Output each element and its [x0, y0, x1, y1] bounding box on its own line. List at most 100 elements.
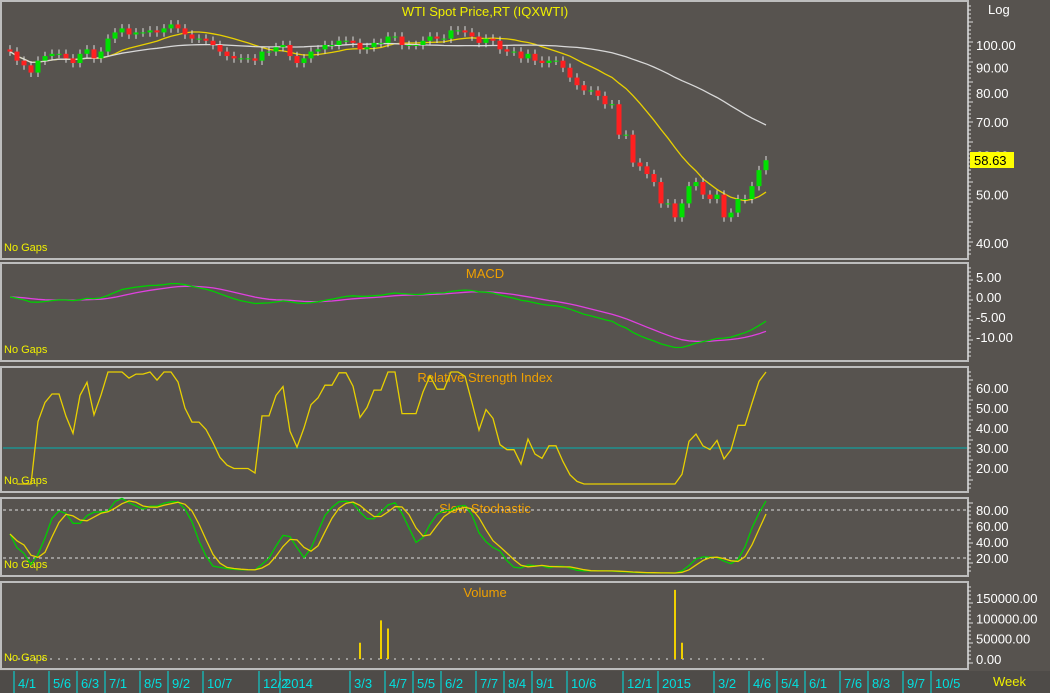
- candle-body: [658, 182, 664, 204]
- volume-panel-title: Volume: [463, 585, 506, 600]
- candle-body: [721, 194, 727, 218]
- candle-body: [560, 60, 566, 68]
- rsi-ytick-label: 60.00: [976, 381, 1009, 396]
- volume-ytick-label: 50000.00: [976, 632, 1030, 647]
- price-ytick-label: 70.00: [976, 115, 1009, 130]
- chart-window: WTI Spot Price,RT (IQXWTI) No Gaps MACD No …: [0, 0, 1050, 693]
- candle-body: [280, 45, 286, 48]
- x-axis-label: 3/2: [718, 676, 736, 691]
- macd-no-gaps-label: No Gaps: [4, 344, 48, 356]
- volume-bar: [380, 620, 382, 659]
- price-no-gaps-label: No Gaps: [4, 242, 48, 254]
- candle-body: [182, 28, 188, 35]
- scale-mode-label[interactable]: Log: [988, 2, 1010, 17]
- candle-body: [133, 32, 139, 35]
- x-axis-label: 4/7: [389, 676, 407, 691]
- macd-ytick-label: -10.00: [976, 330, 1013, 345]
- x-axis-label: 8/3: [872, 676, 890, 691]
- candle-body: [259, 51, 265, 61]
- volume-bar: [387, 628, 389, 659]
- candle-body: [126, 28, 132, 35]
- x-axis-label: 7/7: [480, 676, 498, 691]
- candle-body: [238, 58, 244, 60]
- macd-ytick-label: -5.00: [976, 310, 1006, 325]
- candle-body: [203, 38, 209, 41]
- candle-body: [392, 36, 398, 38]
- x-axis-label: 6/2: [445, 676, 463, 691]
- x-axis-label: 10/7: [207, 676, 232, 691]
- candle-body: [77, 53, 83, 63]
- candle-body: [406, 45, 412, 46]
- candle-body: [567, 67, 573, 78]
- candle-body: [602, 95, 608, 105]
- x-axis-label: 9/2: [172, 676, 190, 691]
- candle-body: [84, 49, 90, 54]
- candle-body: [49, 53, 55, 57]
- candle-body: [28, 65, 34, 73]
- candle-body: [175, 24, 181, 29]
- x-axis-label: 8/4: [508, 676, 526, 691]
- candle-body: [42, 56, 48, 61]
- x-axis-label: 8/5: [144, 676, 162, 691]
- candle-body: [469, 32, 475, 37]
- candle-body: [672, 203, 678, 218]
- macd-line: [9, 282, 767, 349]
- candle-body: [35, 60, 41, 73]
- candle-body: [322, 45, 328, 50]
- candle-body: [315, 49, 321, 52]
- candle-body: [637, 162, 643, 167]
- candle-body: [707, 194, 713, 199]
- period-label[interactable]: Week: [993, 674, 1026, 689]
- x-axis-label: 10/6: [571, 676, 596, 691]
- candle-body: [504, 49, 510, 52]
- candle-body: [644, 166, 650, 175]
- macd-ytick-label: 0.00: [976, 290, 1001, 305]
- x-axis-label: 9/7: [907, 676, 925, 691]
- x-axis-label: 7/6: [844, 676, 862, 691]
- candle-body: [630, 134, 636, 163]
- stochastic-d-line: [9, 500, 767, 574]
- price-ytick-label: 40.00: [976, 236, 1009, 251]
- candle-body: [588, 90, 594, 92]
- rsi-ytick-label: 50.00: [976, 401, 1009, 416]
- candle-body: [490, 38, 496, 41]
- x-axis-label: 5/6: [53, 676, 71, 691]
- candle-body: [147, 30, 153, 33]
- candle-body: [574, 77, 580, 86]
- x-axis-label: 5/4: [781, 676, 799, 691]
- volume-no-gaps-label: No Gaps: [4, 652, 48, 664]
- x-axis-label: 4/1: [18, 676, 36, 691]
- volume-ytick-label: 0.00: [976, 652, 1001, 667]
- candle-body: [336, 40, 342, 45]
- volume-bar: [359, 642, 361, 659]
- price-ytick-label: 100.00: [976, 38, 1016, 53]
- candle-body: [434, 36, 440, 39]
- x-axis-label: 6/1: [809, 676, 827, 691]
- x-axis-label: 3/3: [354, 676, 372, 691]
- stochastic-ytick-label: 80.00: [976, 503, 1009, 518]
- candle-body: [679, 203, 685, 218]
- candle-body: [91, 49, 97, 59]
- candle-body: [497, 40, 503, 50]
- candle-body: [154, 30, 160, 33]
- x-axis-label: 12/1: [627, 676, 652, 691]
- candle-body: [231, 56, 237, 59]
- candle-body: [112, 32, 118, 39]
- candle-body: [371, 42, 377, 48]
- candle-body: [441, 38, 447, 40]
- x-axis-label: 7/1: [109, 676, 127, 691]
- price-ytick-label: 80.00: [976, 86, 1009, 101]
- candle-body: [483, 38, 489, 43]
- candle-body: [623, 134, 629, 136]
- candle-body: [273, 47, 279, 52]
- price-ytick-label: 50.00: [976, 188, 1009, 203]
- x-axis-label: 5/5: [417, 676, 435, 691]
- x-axis-label: 9/1: [536, 676, 554, 691]
- candle-body: [448, 30, 454, 39]
- candle-body: [728, 212, 734, 218]
- candle-body: [700, 182, 706, 195]
- candle-body: [749, 186, 755, 199]
- candle-body: [14, 51, 20, 61]
- volume-bar: [681, 642, 683, 659]
- candle-body: [301, 58, 307, 63]
